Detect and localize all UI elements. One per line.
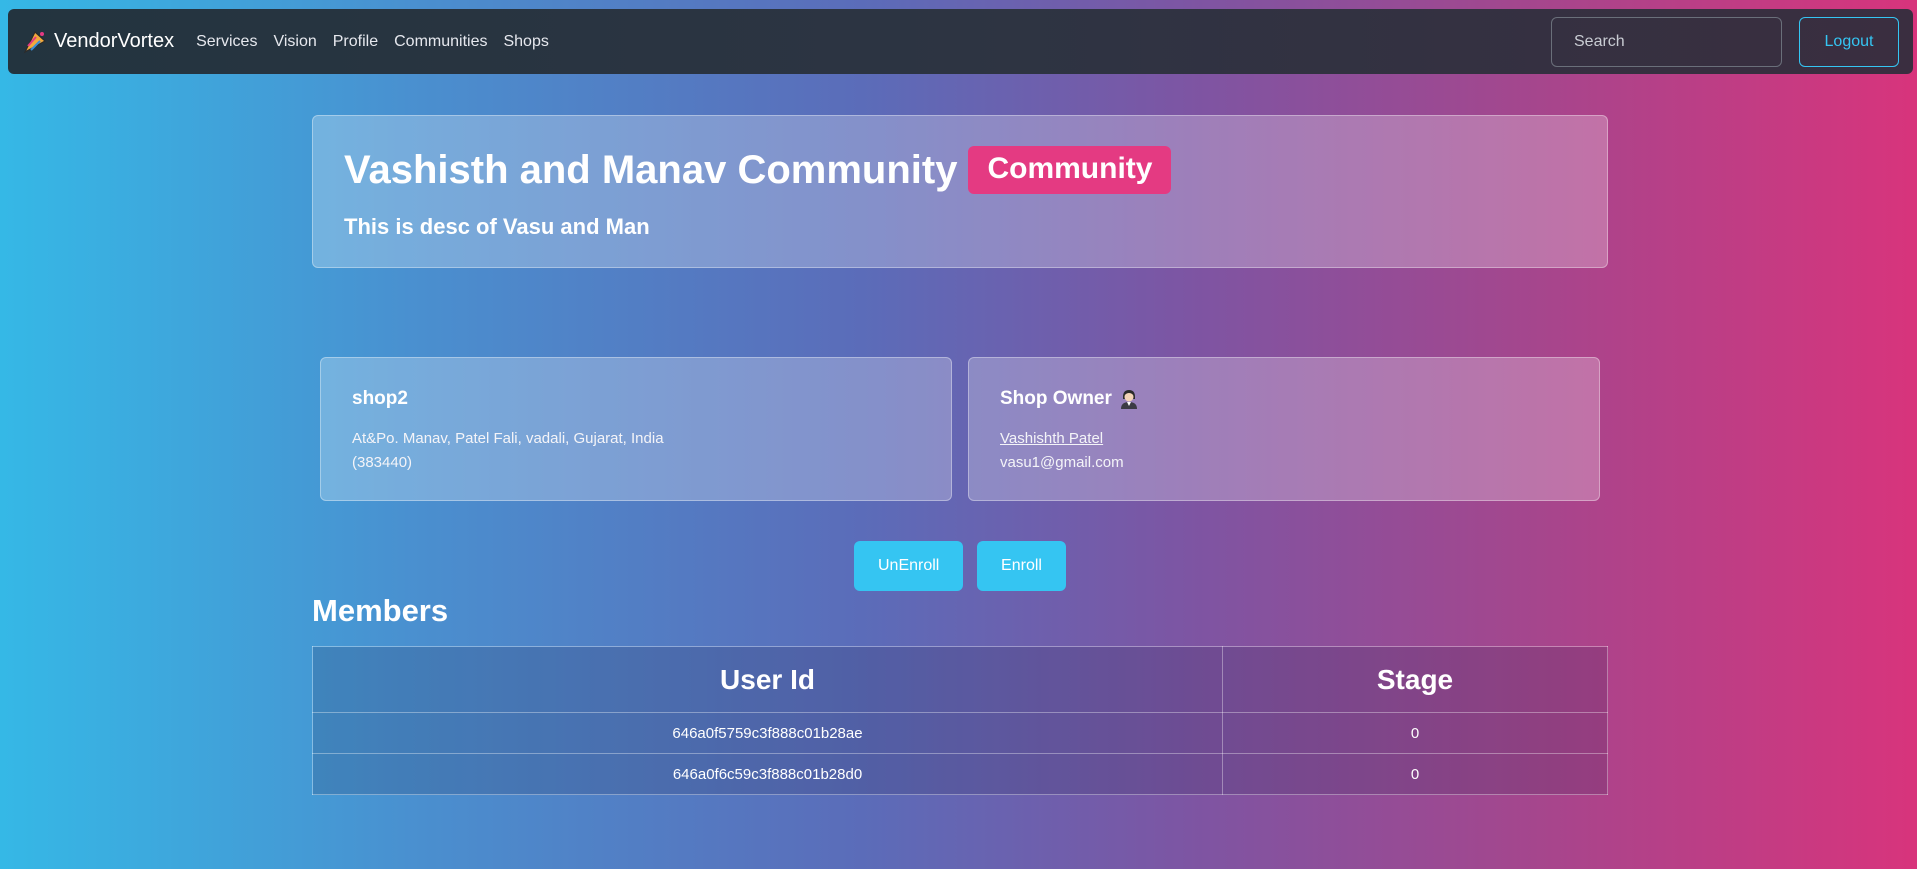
cell-user-id: 646a0f6c59c3f888c01b28d0 [312,753,1223,795]
nav-right: Logout [1551,16,1899,67]
shop-card: shop2 At&Po. Manav, Patel Fali, vadali, … [320,357,952,501]
members-table: User Id Stage 646a0f5759c3f888c01b28ae 0… [312,646,1608,795]
column-header-user-id: User Id [312,646,1223,713]
title-row: Vashisth and Manav Community Community [344,146,1576,194]
owner-details: Vashishth Patel vasu1@gmail.com [1000,427,1568,475]
owner-card: Shop Owner Vashishth Patel vasu1@gmail.c… [968,357,1600,501]
brand[interactable]: VendorVortex [22,29,174,55]
unenroll-button[interactable]: UnEnroll [854,541,963,591]
logout-button[interactable]: Logout [1799,16,1899,67]
table-header-row: User Id Stage [312,646,1608,713]
cell-stage: 0 [1222,712,1608,754]
nav-link-services[interactable]: Services [196,33,257,51]
shop-pincode: (383440) [352,454,413,471]
nav-link-vision[interactable]: Vision [273,33,316,51]
table-row: 646a0f5759c3f888c01b28ae 0 [312,712,1608,754]
members-heading: Members [312,593,449,628]
cell-user-id: 646a0f5759c3f888c01b28ae [312,712,1223,754]
community-title: Vashisth and Manav Community [344,147,958,192]
owner-email: vasu1@gmail.com [1000,454,1124,471]
shop-address-line: At&Po. Manav, Patel Fali, vadali, Gujara… [352,430,664,447]
brand-name: VendorVortex [54,30,175,52]
owner-card-title: Shop Owner [1000,388,1112,409]
cell-stage: 0 [1222,753,1608,795]
column-header-stage: Stage [1222,646,1608,713]
shop-name: shop2 [352,388,408,409]
community-header: Vashisth and Manav Community Community T… [312,115,1608,268]
nav-link-communities[interactable]: Communities [394,33,487,51]
community-badge: Community [968,146,1172,194]
vortex-logo-icon [22,29,48,55]
owner-card-title-row: Shop Owner [1000,388,1568,410]
shop-address: At&Po. Manav, Patel Fali, vadali, Gujara… [352,427,920,475]
enroll-button[interactable]: Enroll [977,541,1066,591]
search-input[interactable] [1551,16,1782,67]
nav-link-shops[interactable]: Shops [503,33,548,51]
nav-link-profile[interactable]: Profile [333,33,378,51]
table-row: 646a0f6c59c3f888c01b28d0 0 [312,753,1608,795]
owner-name-link[interactable]: Vashishth Patel [1000,427,1568,451]
community-description: This is desc of Vasu and Man [344,214,650,239]
navbar: VendorVortex Services Vision Profile Com… [8,9,1913,74]
person-icon [1118,388,1140,410]
nav-links: Services Vision Profile Communities Shop… [196,33,565,51]
enroll-actions: UnEnroll Enroll [854,541,1066,591]
